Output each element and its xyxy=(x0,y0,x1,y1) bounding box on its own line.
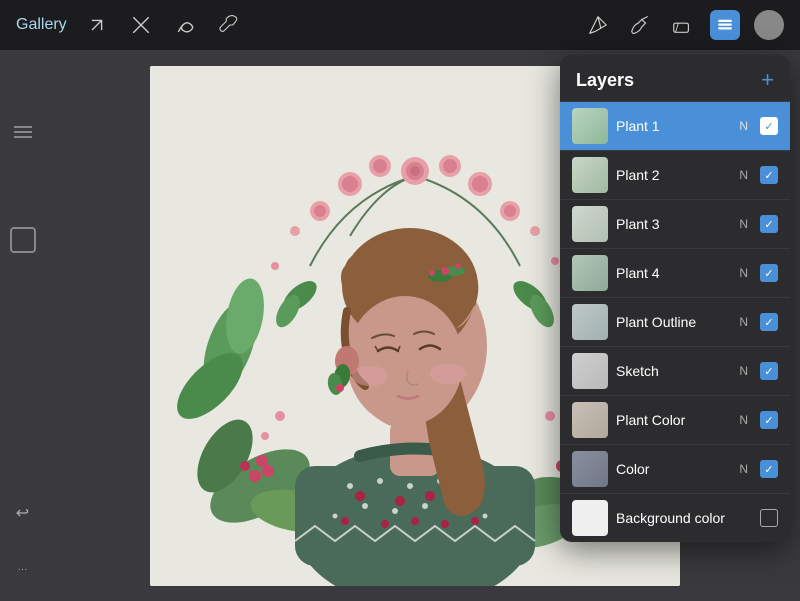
layer-visibility-plant2[interactable] xyxy=(760,166,778,184)
layer-item-plant-outline[interactable]: Plant Outline N xyxy=(560,298,790,347)
layer-visibility-plant3[interactable] xyxy=(760,215,778,233)
eyedropper-tool-icon[interactable] xyxy=(215,11,243,39)
layer-thumbnail-sketch xyxy=(572,353,608,389)
left-tool-more[interactable]: ··· xyxy=(7,553,39,585)
transform-tool-icon[interactable] xyxy=(127,11,155,39)
layer-blend-mode-plant4[interactable]: N xyxy=(739,266,748,280)
gallery-button[interactable]: Gallery xyxy=(16,16,67,34)
layer-thumbnail-plant3 xyxy=(572,206,608,242)
layer-name-plant1: Plant 1 xyxy=(616,118,731,134)
left-tool-undo[interactable]: ↩ xyxy=(7,497,39,529)
toolbar: Gallery xyxy=(0,0,800,50)
layer-visibility-color[interactable] xyxy=(760,460,778,478)
layer-blend-mode-color[interactable]: N xyxy=(739,462,748,476)
left-tool-square[interactable] xyxy=(7,224,39,256)
layer-name-plant-outline: Plant Outline xyxy=(616,314,731,330)
layer-name-color: Color xyxy=(616,461,731,477)
layer-item-plant4[interactable]: Plant 4 N xyxy=(560,249,790,298)
layer-visibility-plant-outline[interactable] xyxy=(760,313,778,331)
layers-panel-toggle[interactable] xyxy=(710,10,740,40)
layer-thumbnail-color xyxy=(572,451,608,487)
layer-blend-mode-plant2[interactable]: N xyxy=(739,168,748,182)
left-sidebar: ↩ ··· xyxy=(0,100,45,601)
layer-visibility-plant-color[interactable] xyxy=(760,411,778,429)
layers-panel: Layers + Plant 1NPlant 2NPlant 3NPlant 4… xyxy=(560,55,790,542)
layer-visibility-plant4[interactable] xyxy=(760,264,778,282)
layer-item-color[interactable]: Color N xyxy=(560,445,790,494)
layer-item-sketch[interactable]: Sketch N xyxy=(560,347,790,396)
layer-name-plant4: Plant 4 xyxy=(616,265,731,281)
layer-name-plant-color: Plant Color xyxy=(616,412,731,428)
layers-list: Plant 1NPlant 2NPlant 3NPlant 4NPlant Ou… xyxy=(560,102,790,542)
layer-item-plant3[interactable]: Plant 3 N xyxy=(560,200,790,249)
layer-thumbnail-bg-color xyxy=(572,500,608,536)
layer-blend-mode-plant3[interactable]: N xyxy=(739,217,748,231)
layer-thumbnail-plant-outline xyxy=(572,304,608,340)
layer-thumbnail-plant1 xyxy=(572,108,608,144)
layer-visibility-sketch[interactable] xyxy=(760,362,778,380)
layer-item-plant-color[interactable]: Plant Color N xyxy=(560,396,790,445)
eraser-tool-icon[interactable] xyxy=(668,11,696,39)
layer-name-plant2: Plant 2 xyxy=(616,167,731,183)
layer-name-plant3: Plant 3 xyxy=(616,216,731,232)
layer-blend-mode-plant-outline[interactable]: N xyxy=(739,315,748,329)
layer-blend-mode-plant-color[interactable]: N xyxy=(739,413,748,427)
layer-blend-mode-plant1[interactable]: N xyxy=(739,119,748,133)
add-layer-button[interactable]: + xyxy=(761,69,774,91)
layer-name-bg-color: Background color xyxy=(616,510,740,526)
layer-blend-mode-sketch[interactable]: N xyxy=(739,364,748,378)
brush-tool-icon[interactable] xyxy=(626,11,654,39)
layer-thumbnail-plant-color xyxy=(572,402,608,438)
layer-thumbnail-plant2 xyxy=(572,157,608,193)
layer-item-bg-color[interactable]: Background color xyxy=(560,494,790,542)
layer-visibility-bg-color[interactable] xyxy=(760,509,778,527)
layer-thumbnail-plant4 xyxy=(572,255,608,291)
modify-tool-icon[interactable] xyxy=(83,11,111,39)
layers-header: Layers + xyxy=(560,55,790,102)
layer-name-sketch: Sketch xyxy=(616,363,731,379)
left-tool-1[interactable] xyxy=(7,116,39,148)
layer-item-plant2[interactable]: Plant 2 N xyxy=(560,151,790,200)
layer-visibility-plant1[interactable] xyxy=(760,117,778,135)
pen-tool-icon[interactable] xyxy=(584,11,612,39)
smudge-tool-icon[interactable] xyxy=(171,11,199,39)
user-avatar[interactable] xyxy=(754,10,784,40)
layers-title: Layers xyxy=(576,70,634,91)
layer-item-plant1[interactable]: Plant 1 N xyxy=(560,102,790,151)
